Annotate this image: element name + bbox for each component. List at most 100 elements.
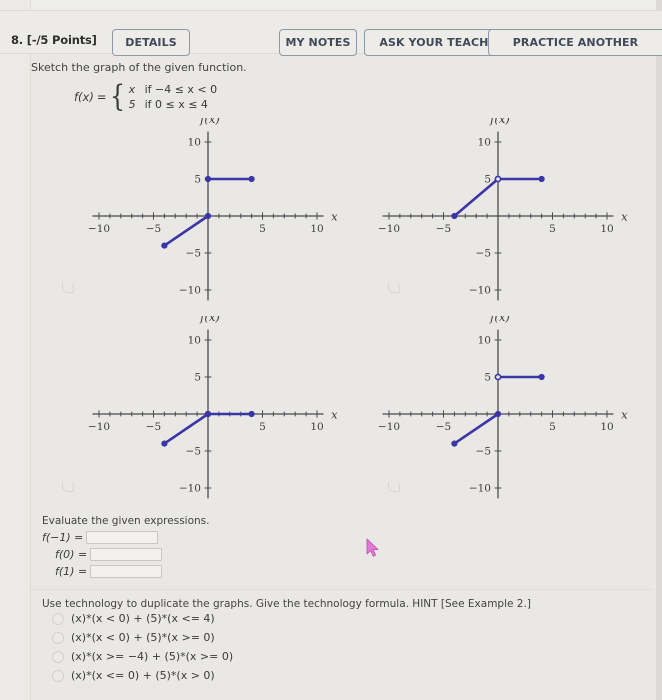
y-tick-label: −5 [186, 248, 201, 260]
y-axis-label: f(x) [489, 118, 510, 126]
technology-choice-4[interactable]: (x)*(x <= 0) + (5)*(x > 0) [52, 669, 215, 682]
plot-endpoint-start [494, 175, 502, 183]
function-cases: x if −4 ≤ x < 0 5 if 0 ≤ x ≤ 4 [129, 83, 218, 111]
radio-button-icon[interactable] [52, 612, 64, 625]
x-tick-label: −5 [436, 223, 451, 235]
plot-endpoint-start [494, 373, 502, 381]
question-number: 8. [11, 33, 23, 47]
technology-choice-3[interactable]: (x)*(x >= −4) + (5)*(x >= 0) [52, 650, 233, 663]
evaluate-label-f-0: f(0) = [55, 548, 88, 561]
plot-endpoint-end [538, 175, 545, 183]
case-condition: if 0 ≤ x ≤ 4 [144, 98, 208, 111]
evaluate-row: f(1) = [55, 565, 163, 578]
x-tick-label: 5 [259, 421, 266, 433]
y-tick-label: 5 [484, 372, 491, 384]
evaluate-row: f(0) = [55, 548, 163, 561]
plot-endpoint-end [204, 212, 212, 220]
y-axis-label: f(x) [199, 316, 220, 324]
evaluate-row: f(−1) = [42, 531, 159, 544]
question-points: 8. [-/5 Points] [11, 33, 97, 47]
y-tick-label: −10 [179, 285, 201, 297]
evaluate-label-f-1: f(1) = [55, 565, 88, 578]
coordinate-plane: f(x) x −10 −5 5 10 10 5 −5 −10 [378, 316, 628, 499]
radio-button-icon[interactable] [52, 669, 64, 682]
technology-choice-label: (x)*(x < 0) + (5)*(x >= 0) [71, 631, 215, 644]
x-tick-label: 5 [259, 223, 266, 235]
plot-endpoint-end [538, 373, 545, 381]
evaluate-input-f-0[interactable] [90, 548, 163, 561]
x-axis-label: x [621, 210, 628, 224]
x-axis-label: x [621, 408, 628, 422]
evaluate-label-f-minus-1: f(−1) = [42, 531, 84, 544]
scan-smudge-icon [388, 282, 400, 293]
y-tick-label: −5 [476, 248, 491, 260]
graph-option-2[interactable]: f(x) x −10 −5 5 10 10 5 −5 −10 [370, 118, 660, 313]
evaluate-section-title: Evaluate the given expressions. [42, 515, 210, 527]
graph-option-3[interactable]: f(x) x −10 −5 5 10 10 5 −5 −10 [80, 316, 370, 511]
graph-option-4[interactable]: f(x) x −10 −5 5 10 10 5 −5 −10 [370, 316, 660, 511]
x-tick-label: −10 [88, 223, 110, 235]
y-tick-label: 10 [478, 335, 491, 347]
question-prompt: Sketch the graph of the given function. [31, 61, 247, 74]
plot-endpoint-end [248, 175, 255, 183]
plot-segment [453, 412, 500, 445]
plot-segment [453, 177, 500, 218]
plot-endpoint-end [494, 410, 502, 418]
y-tick-label: 10 [188, 137, 201, 149]
technology-choice-label: (x)*(x >= −4) + (5)*(x >= 0) [71, 650, 234, 663]
y-tick-label: 5 [484, 174, 491, 186]
case-value: 5 [128, 98, 136, 111]
plot-endpoint-end [248, 410, 255, 418]
details-button[interactable]: DETAILS [112, 29, 190, 56]
y-tick-label: −5 [476, 446, 491, 458]
y-tick-label: 5 [194, 372, 201, 384]
x-tick-label: −10 [378, 421, 400, 433]
graph-option-1[interactable]: f(x) x −10 −5 5 10 10 5 −5 −10 [80, 118, 370, 313]
plot-segment [163, 214, 210, 247]
y-tick-label: 10 [188, 335, 201, 347]
case-condition: if −4 ≤ x < 0 [144, 83, 218, 96]
plot-endpoint-start [451, 440, 458, 447]
plot-endpoint-start [161, 440, 168, 447]
scan-smudge-icon [388, 481, 400, 492]
x-tick-label: −5 [146, 223, 161, 235]
x-tick-label: −5 [146, 421, 161, 433]
radio-button-icon[interactable] [52, 631, 64, 644]
x-tick-label: −10 [378, 223, 400, 235]
plot-endpoint-start [451, 212, 458, 220]
practice-another-button[interactable]: PRACTICE ANOTHER [488, 29, 662, 56]
scan-smudge-icon [62, 481, 74, 492]
x-axis-label: x [331, 408, 338, 422]
section-divider [31, 589, 652, 590]
technology-choice-2[interactable]: (x)*(x < 0) + (5)*(x >= 0) [52, 631, 215, 644]
technology-choice-label: (x)*(x < 0) + (5)*(x <= 4) [71, 612, 215, 625]
technology-choice-1[interactable]: (x)*(x < 0) + (5)*(x <= 4) [52, 612, 215, 625]
piecewise-function-definition: f(x) = { x if −4 ≤ x < 0 5 if 0 ≤ x ≤ 4 [74, 82, 217, 112]
x-tick-label: 10 [310, 421, 323, 433]
x-tick-label: 10 [310, 223, 323, 235]
points-value: [-/5 Points] [26, 33, 97, 47]
x-tick-label: 10 [600, 223, 613, 235]
y-tick-label: 5 [194, 174, 201, 186]
case-value: x [128, 83, 136, 96]
plot-segment [163, 412, 210, 445]
plot-endpoint-start [161, 242, 168, 249]
y-tick-label: 10 [478, 137, 491, 149]
radio-button-icon[interactable] [52, 650, 64, 663]
scan-smudge-icon [62, 282, 74, 293]
coordinate-plane: f(x) x −10 −5 5 10 10 5 −5 −10 [88, 118, 338, 301]
evaluate-input-f-1[interactable] [90, 565, 163, 578]
evaluate-input-f-minus-1[interactable] [86, 531, 159, 544]
x-axis-label: x [331, 210, 338, 224]
x-tick-label: 5 [549, 421, 556, 433]
equals-sign: = [96, 90, 107, 104]
y-tick-label: −10 [469, 285, 491, 297]
y-tick-label: −5 [186, 446, 201, 458]
question-header-bar: 8. [-/5 Points] DETAILS MY NOTES ASK YOU… [0, 10, 662, 56]
coordinate-plane: f(x) x −10 −5 5 10 10 5 −5 −10 [378, 118, 628, 301]
plot-endpoint-start [204, 410, 212, 418]
x-tick-label: −10 [88, 421, 110, 433]
coordinate-plane: f(x) x −10 −5 5 10 10 5 −5 −10 [88, 316, 338, 499]
my-notes-button[interactable]: MY NOTES [279, 29, 357, 56]
plot-endpoint-start [204, 175, 212, 183]
